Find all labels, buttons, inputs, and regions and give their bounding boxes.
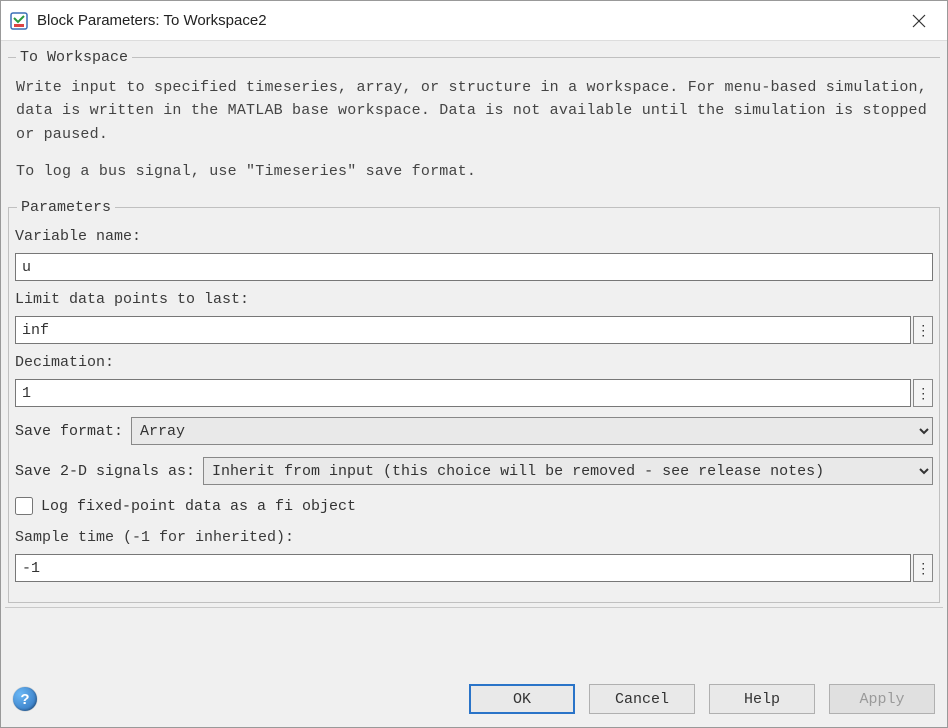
ok-button[interactable]: OK <box>469 684 575 714</box>
dialog-body: To Workspace Write input to specified ti… <box>1 41 947 671</box>
close-button[interactable] <box>893 2 945 40</box>
save-2d-label: Save 2-D signals as: <box>15 463 195 480</box>
limit-input[interactable] <box>15 316 911 344</box>
apply-button[interactable]: Apply <box>829 684 935 714</box>
help-button[interactable]: Help <box>709 684 815 714</box>
log-fi-row: Log fixed-point data as a fi object <box>15 497 933 515</box>
save-format-select[interactable]: Array <box>131 417 933 445</box>
separator <box>5 607 943 608</box>
decimation-row: Decimation: ⋮ <box>15 354 933 407</box>
save-format-label: Save format: <box>15 423 123 440</box>
sample-time-input[interactable] <box>15 554 911 582</box>
log-fi-checkbox[interactable] <box>15 497 33 515</box>
sample-time-label: Sample time (-1 for inherited): <box>15 529 933 546</box>
sample-time-more-button[interactable]: ⋮ <box>913 554 933 582</box>
footer: ? OK Cancel Help Apply <box>1 671 947 727</box>
variable-name-row: Variable name: <box>15 228 933 281</box>
context-help-icon[interactable]: ? <box>13 687 37 711</box>
limit-label: Limit data points to last: <box>15 291 933 308</box>
save-2d-select[interactable]: Inherit from input (this choice will be … <box>203 457 933 485</box>
app-icon <box>9 11 29 31</box>
log-fi-label: Log fixed-point data as a fi object <box>41 498 356 515</box>
window-title: Block Parameters: To Workspace2 <box>37 12 893 29</box>
titlebar[interactable]: Block Parameters: To Workspace2 <box>1 1 947 41</box>
cancel-button[interactable]: Cancel <box>589 684 695 714</box>
variable-name-input[interactable] <box>15 253 933 281</box>
decimation-more-button[interactable]: ⋮ <box>913 379 933 407</box>
save-format-row: Save format: Array <box>15 417 933 445</box>
decimation-label: Decimation: <box>15 354 933 371</box>
limit-row: Limit data points to last: ⋮ <box>15 291 933 344</box>
description-text-1: Write input to specified timeseries, arr… <box>14 72 934 156</box>
variable-name-label: Variable name: <box>15 228 933 245</box>
decimation-input[interactable] <box>15 379 911 407</box>
parameters-legend: Parameters <box>17 199 115 216</box>
limit-more-button[interactable]: ⋮ <box>913 316 933 344</box>
description-group: To Workspace Write input to specified ti… <box>8 49 940 195</box>
save-2d-row: Save 2-D signals as: Inherit from input … <box>15 457 933 485</box>
description-text-2: To log a bus signal, use "Timeseries" sa… <box>14 156 934 193</box>
sample-time-row: Sample time (-1 for inherited): ⋮ <box>15 529 933 582</box>
parameters-group: Parameters Variable name: Limit data poi… <box>8 199 940 603</box>
description-legend: To Workspace <box>16 49 132 66</box>
